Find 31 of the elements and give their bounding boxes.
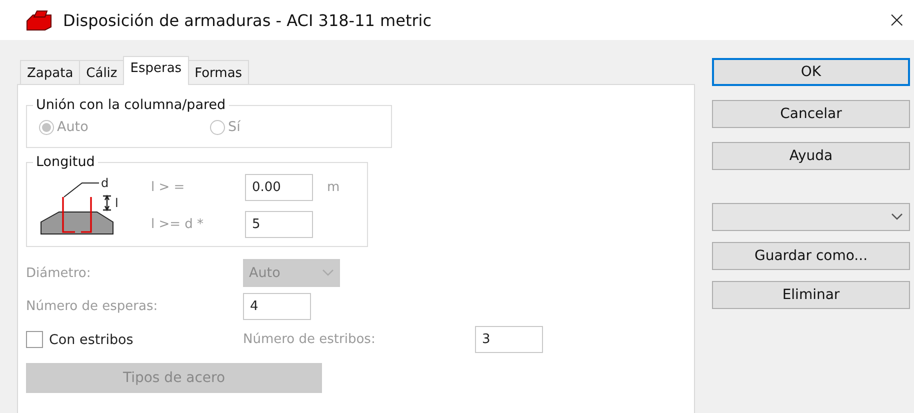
field-label: l >= d * (151, 217, 205, 232)
dialog-button[interactable]: Ayuda (712, 142, 910, 170)
input-field[interactable]: 0.00 (245, 174, 313, 201)
preset-dropdown[interactable] (712, 203, 910, 231)
dialog-button[interactable]: Guardar como... (712, 242, 910, 270)
field-label: Número de esperas: (26, 299, 159, 314)
radio-label: Auto (57, 119, 88, 135)
field-label: Diámetro: (26, 266, 92, 280)
tab[interactable]: Esperas (123, 56, 189, 85)
unit-label: m (327, 180, 340, 195)
field-label: l > = (151, 180, 186, 195)
dialog-button[interactable]: Eliminar (712, 281, 910, 309)
checkbox-label: Con estribos (49, 332, 134, 348)
input-field[interactable]: 4 (243, 293, 311, 320)
caret-icon (322, 269, 334, 277)
radio-label: Sí (228, 119, 240, 135)
tab[interactable]: Formas (188, 60, 250, 84)
field-label: Número de estribos: (243, 332, 376, 347)
group-title: Longitud (35, 154, 96, 170)
caret-icon (891, 213, 903, 221)
group-title: Unión con la columna/pared (35, 97, 227, 113)
footing-rebar-drawing: d l (40, 176, 118, 234)
dialog-button[interactable]: Cancelar (712, 100, 910, 128)
input-field[interactable]: 3 (475, 326, 543, 353)
input-field[interactable]: 5 (245, 211, 313, 238)
app-icon (25, 9, 53, 31)
close-button[interactable]: × (888, 8, 906, 32)
window-title: Disposición de armaduras - ACI 318-11 metric (63, 10, 433, 30)
checkbox[interactable] (26, 331, 43, 348)
tab[interactable]: Zapata (20, 60, 80, 84)
dialog-button[interactable]: OK (712, 58, 910, 86)
